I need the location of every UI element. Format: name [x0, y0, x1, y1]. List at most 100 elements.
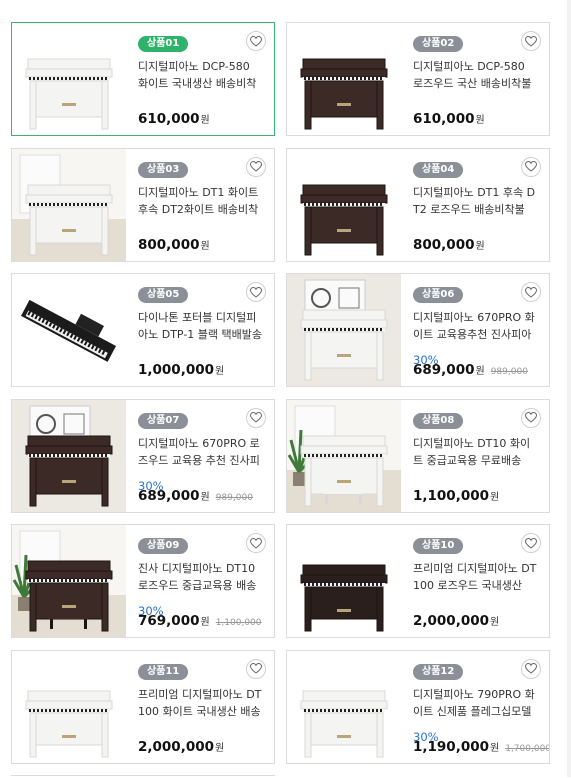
product-name[interactable]: 디지털피아노 DT1 화이트 후속 DT2화이트 배송비착불 [138, 184, 262, 218]
sale-price: 689,000 [138, 487, 200, 504]
product-card[interactable]: 상품07디지털피아노 670PRO 로즈우드 교육용 추천 진사피아노30%68… [11, 398, 275, 513]
product-card[interactable]: 상품02 디지털피아노 DCP-580 로즈우드 국산 배송비착불 610,000원 [286, 22, 550, 136]
currency-unit: 원 [200, 240, 210, 252]
product-image[interactable] [287, 525, 401, 637]
sale-price: 2,000,000 [413, 613, 490, 629]
product-number-badge: 상품04 [413, 161, 464, 178]
product-card[interactable]: 상품12 디지털피아노 790PRO 화이트 신제품 플레그십모델 30% 1,190… [286, 649, 550, 764]
wishlist-heart-icon[interactable] [246, 658, 266, 679]
product-card[interactable]: 상품04 디지털피아노 DT1 후속 DT2 로즈우드 배송비착불 800,000원 [286, 147, 550, 262]
price-row: 610,000원 [413, 108, 485, 127]
wishlist-heart-icon[interactable] [246, 282, 266, 302]
product-card[interactable]: 상품08 디지털피아노 DT10 화이트 중급교육용 무료배송 1,100,000원 [286, 398, 550, 513]
product-number-badge: 상품09 [138, 538, 189, 554]
price-row: 800,000원 [138, 234, 210, 253]
product-name[interactable]: 디지털피아노 790PRO 화이트 신제품 플레그십모델 [413, 686, 537, 720]
product-card[interactable]: 상품11 프리미엄 디지털피아노 DT100 화이트 국내생산 배송비 2,000,… [11, 649, 275, 764]
price-row: 1,190,000원 1,700,000 [413, 736, 550, 755]
product-card[interactable]: 상품09진사 디지털피아노 DT10 로즈우드 중급교육용 배송비착불30%76… [11, 524, 275, 638]
wishlist-heart-icon[interactable] [521, 407, 541, 428]
sale-price: 2,000,000 [138, 738, 215, 755]
product-number-badge: 상품02 [413, 36, 464, 52]
original-price: 1,700,000 [505, 743, 550, 754]
product-name[interactable]: 디지털피아노 670PRO 화이트 교육용추천 진사피아노 [413, 309, 537, 343]
price-row: 610,000원 [138, 108, 210, 127]
product-name[interactable]: 디지털피아노 670PRO 로즈우드 교육용 추천 진사피아노 [138, 435, 262, 469]
sale-price: 1,100,000 [413, 487, 490, 504]
product-image[interactable] [12, 525, 126, 637]
product-number-badge: 상품08 [413, 412, 464, 429]
product-image[interactable] [287, 23, 401, 135]
product-name[interactable]: 디지털피아노 DCP-580 로즈우드 국산 배송비착불 [413, 58, 537, 92]
currency-unit: 원 [475, 115, 485, 126]
product-card[interactable]: 상품06디지털피아노 670PRO 화이트 교육용추천 진사피아노30%689,… [286, 273, 550, 387]
sale-price: 769,000 [138, 613, 200, 629]
sale-price: 800,000 [413, 236, 475, 253]
product-name[interactable]: 디지털피아노 DT1 후속 DT2 로즈우드 배송비착불 [413, 184, 537, 218]
product-image[interactable] [287, 274, 401, 386]
sale-price: 800,000 [138, 236, 200, 253]
original-price: 989,000 [215, 492, 253, 503]
price-row: 1,100,000원 [413, 485, 499, 504]
sale-price: 1,190,000 [413, 738, 490, 755]
wishlist-heart-icon[interactable] [246, 407, 266, 428]
product-image[interactable] [12, 399, 126, 512]
wishlist-heart-icon[interactable] [521, 156, 541, 177]
product-name[interactable]: 진사 디지털피아노 DT10 로즈우드 중급교육용 배송비착불 [138, 560, 262, 594]
wishlist-heart-icon[interactable] [521, 533, 541, 553]
wishlist-heart-icon[interactable] [521, 658, 541, 679]
wishlist-heart-icon[interactable] [246, 31, 266, 51]
product-number-badge: 상품03 [138, 161, 189, 178]
currency-unit: 원 [475, 366, 485, 377]
currency-unit: 원 [490, 491, 500, 503]
currency-unit: 원 [200, 115, 210, 126]
wishlist-heart-icon[interactable] [246, 533, 266, 553]
sale-price: 1,000,000 [138, 362, 215, 378]
product-number-badge: 상품11 [138, 663, 189, 680]
currency-unit: 원 [200, 491, 210, 503]
wishlist-heart-icon[interactable] [521, 282, 541, 302]
sale-price: 610,000 [138, 111, 200, 127]
price-row: 2,000,000원 [413, 610, 499, 629]
product-name[interactable]: 디지털피아노 DT10 화이트 중급교육용 무료배송 [413, 435, 537, 469]
price-row: 800,000원 [413, 234, 485, 253]
product-image[interactable] [287, 650, 401, 763]
currency-unit: 원 [215, 366, 225, 377]
price-row: 1,000,000원 [138, 359, 224, 378]
product-number-badge: 상품07 [138, 412, 189, 429]
original-price: 1,100,000 [215, 618, 262, 628]
scrollbar[interactable] [567, 0, 571, 777]
price-row: 689,000원 989,000 [138, 485, 253, 504]
currency-unit: 원 [490, 617, 500, 628]
wishlist-heart-icon[interactable] [521, 31, 541, 51]
product-card[interactable]: 상품05 다이나톤 포터블 디지털피아노 DTP-1 블랙 택배발송 무료 1,00… [11, 273, 275, 387]
product-name[interactable]: 디지털피아노 DCP-580 화이트 국내생산 배송비착불 [138, 58, 262, 92]
product-image[interactable] [287, 399, 401, 512]
currency-unit: 원 [215, 742, 225, 754]
product-image[interactable] [12, 650, 126, 763]
currency-unit: 원 [490, 742, 500, 754]
product-number-badge: 상품06 [413, 287, 464, 303]
sale-price: 689,000 [413, 362, 475, 378]
product-image[interactable] [287, 148, 401, 261]
product-image[interactable] [12, 148, 126, 261]
currency-unit: 원 [475, 240, 485, 252]
product-name[interactable]: 다이나톤 포터블 디지털피아노 DTP-1 블랙 택배발송 무료 [138, 309, 262, 343]
currency-unit: 원 [200, 617, 210, 628]
product-name[interactable]: 프리미엄 디지털피아노 DT100 화이트 국내생산 배송비 [138, 686, 262, 720]
wishlist-heart-icon[interactable] [246, 156, 266, 177]
product-image[interactable] [12, 23, 126, 135]
product-card[interactable]: 상품10 프리미엄 디지털피아노 DT100 로즈우드 국내생산 2,000,000… [286, 524, 550, 638]
price-row: 769,000원 1,100,000 [138, 610, 262, 629]
product-number-badge: 상품01 [138, 36, 189, 52]
price-row: 2,000,000원 [138, 736, 224, 755]
price-row: 689,000원 989,000 [413, 359, 528, 378]
product-name[interactable]: 프리미엄 디지털피아노 DT100 로즈우드 국내생산 [413, 560, 537, 594]
product-image[interactable] [12, 274, 126, 386]
product-card[interactable]: 상품03 디지털피아노 DT1 화이트 후속 DT2화이트 배송비착불 800,00… [11, 147, 275, 262]
product-number-badge: 상품12 [413, 663, 464, 680]
original-price: 989,000 [490, 367, 528, 377]
sale-price: 610,000 [413, 111, 475, 127]
product-card[interactable]: 상품01 디지털피아노 DCP-580 화이트 국내생산 배송비착불 610,000… [11, 22, 275, 136]
product-number-badge: 상품05 [138, 287, 189, 303]
